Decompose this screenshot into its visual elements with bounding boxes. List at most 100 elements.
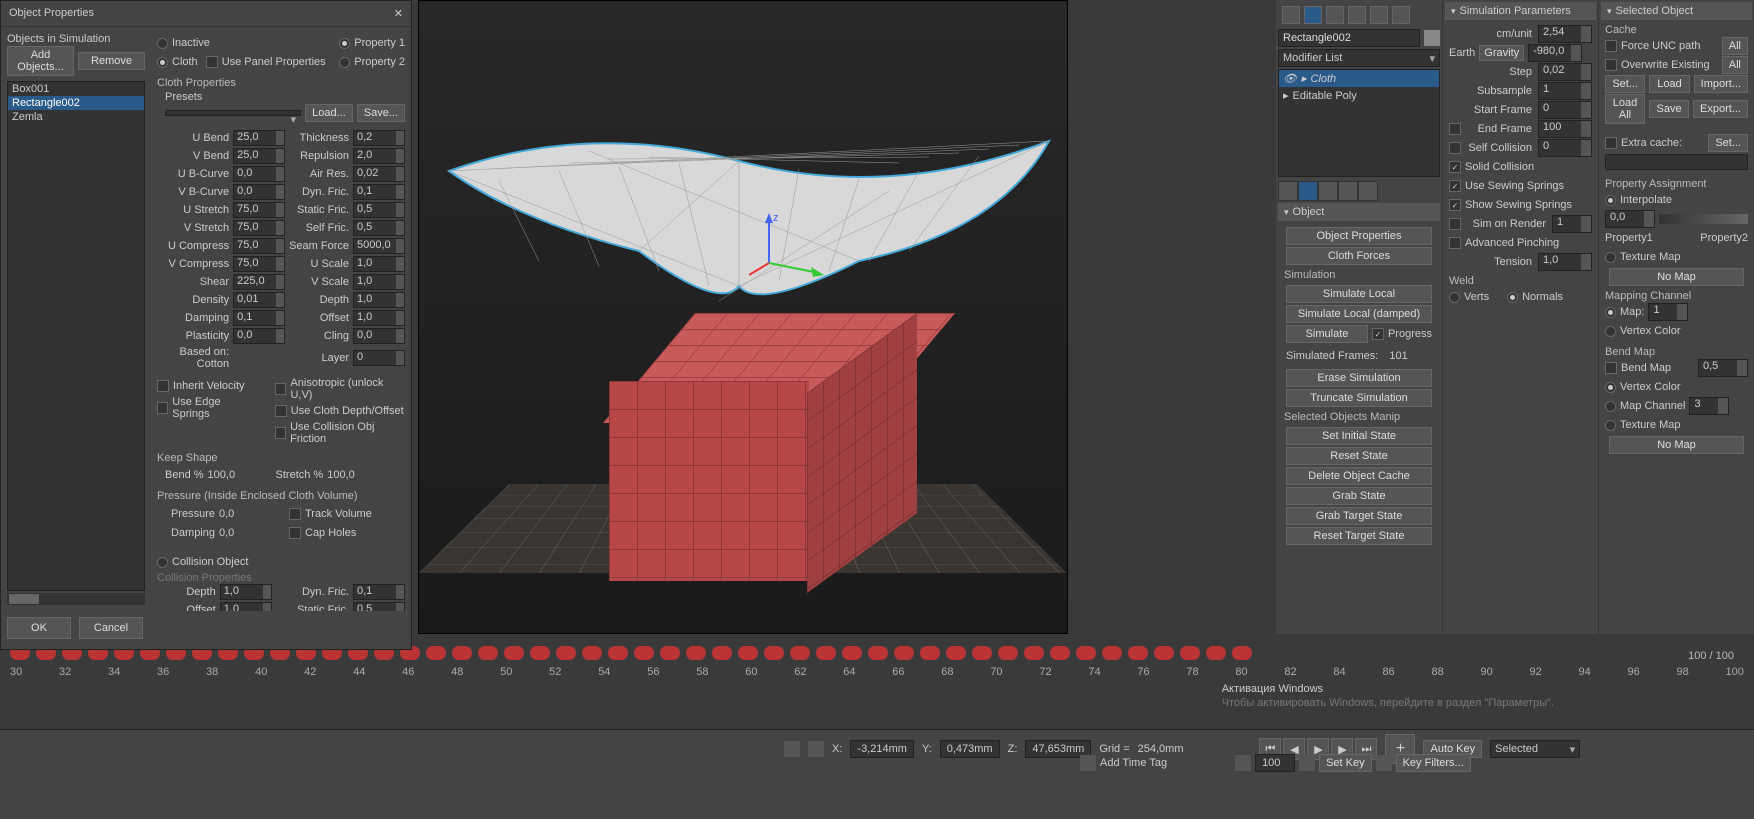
cmunit-spinner[interactable]: 2,54 <box>1538 25 1592 43</box>
param-spinner[interactable]: 0,01 <box>233 292 285 308</box>
inactive-radio[interactable] <box>157 38 168 49</box>
param-spinner[interactable]: 75,0 <box>233 220 285 236</box>
cap-holes-checkbox[interactable] <box>289 527 301 539</box>
simulation-params-rollout[interactable]: Simulation Parameters <box>1445 2 1596 20</box>
progress-checkbox[interactable]: ✓ <box>1372 328 1384 340</box>
param-spinner[interactable]: 0,5 <box>353 202 405 218</box>
reset-target-state-button[interactable]: Reset Target State <box>1286 527 1432 545</box>
vcolor2-radio[interactable] <box>1605 382 1616 393</box>
pdamping-spinner[interactable]: 0,0 <box>219 527 269 539</box>
close-icon[interactable]: ✕ <box>394 7 403 20</box>
objects-list[interactable]: Box001 Rectangle002 Zemla <box>7 81 145 591</box>
utilities-icon[interactable] <box>1392 6 1410 24</box>
set-initial-state-button[interactable]: Set Initial State <box>1286 427 1432 445</box>
simulate-button[interactable]: Simulate <box>1286 325 1368 343</box>
add-objects-button[interactable]: Add Objects... <box>7 46 74 76</box>
current-frame-field[interactable]: 100 <box>1255 754 1295 772</box>
param-spinner[interactable]: 0,0 <box>233 166 285 182</box>
solidcoll-checkbox[interactable]: ✓ <box>1449 161 1461 173</box>
save-button[interactable]: Save <box>1649 100 1689 118</box>
extra-cache-set-button[interactable]: Set... <box>1708 134 1748 152</box>
create-icon[interactable] <box>1282 6 1300 24</box>
param-spinner[interactable]: 75,0 <box>233 256 285 272</box>
tag-icon[interactable] <box>1080 755 1096 771</box>
nomap-button-1[interactable]: No Map <box>1609 268 1744 286</box>
texmap-radio[interactable] <box>1605 252 1616 263</box>
all-button-2[interactable]: All <box>1722 56 1748 74</box>
param-spinner[interactable]: 0,0 <box>233 328 285 344</box>
cancel-button[interactable]: Cancel <box>79 617 143 639</box>
object-rollout-head[interactable]: Object <box>1278 203 1440 221</box>
configure-sets-icon[interactable] <box>1358 181 1378 201</box>
list-item[interactable]: Box001 <box>8 82 144 96</box>
endframe-checkbox[interactable] <box>1449 123 1461 135</box>
coll-friction-checkbox[interactable] <box>275 427 286 439</box>
sewing-checkbox[interactable]: ✓ <box>1449 180 1461 192</box>
modify-icon[interactable] <box>1304 6 1322 24</box>
box-object[interactable] <box>609 313 889 573</box>
y-field[interactable]: 0,473mm <box>940 740 1000 758</box>
setkey-button[interactable]: Set Key <box>1319 754 1372 772</box>
cloth-radio[interactable] <box>157 57 168 68</box>
interpolate-radio[interactable] <box>1605 195 1616 206</box>
texmap2-radio[interactable] <box>1605 420 1616 431</box>
motion-icon[interactable] <box>1348 6 1366 24</box>
modifier-stack[interactable]: 👁▸Cloth ▸Editable Poly <box>1278 69 1440 177</box>
set-button[interactable]: Set... <box>1605 75 1645 93</box>
param-spinner[interactable]: 0,02 <box>353 166 405 182</box>
force-unc-checkbox[interactable] <box>1605 40 1617 52</box>
remove-button[interactable]: Remove <box>78 52 145 70</box>
delete-object-cache-button[interactable]: Delete Object Cache <box>1286 467 1432 485</box>
list-item[interactable]: Rectangle002 <box>8 96 144 110</box>
interp-spinner[interactable]: 0,0 <box>1605 210 1655 228</box>
selfcoll-checkbox[interactable] <box>1449 142 1461 154</box>
eye-icon[interactable]: 👁 <box>1283 72 1297 85</box>
simrender-checkbox[interactable] <box>1449 218 1461 230</box>
keyfilters-button[interactable]: Key Filters... <box>1396 754 1471 772</box>
gravity-button[interactable]: Gravity <box>1479 45 1524 61</box>
bendmap-checkbox[interactable] <box>1605 362 1617 374</box>
isolate-icon[interactable] <box>784 741 800 757</box>
param-spinner[interactable]: 2,0 <box>353 148 405 164</box>
load-button[interactable]: Load <box>1649 75 1689 93</box>
param-spinner[interactable]: 0,1 <box>233 310 285 326</box>
list-item[interactable]: Zemla <box>8 110 144 124</box>
map-radio[interactable] <box>1605 307 1616 318</box>
vcolor-radio[interactable] <box>1605 326 1616 337</box>
pressure-spinner[interactable]: 0,0 <box>219 508 269 520</box>
import-button[interactable]: Import... <box>1694 75 1748 93</box>
collision-object-radio[interactable] <box>157 557 168 568</box>
tension-spinner[interactable]: 1,0 <box>1538 253 1592 271</box>
use-panel-checkbox[interactable] <box>206 56 218 68</box>
truncate-simulation-button[interactable]: Truncate Simulation <box>1286 389 1432 407</box>
hierarchy-icon[interactable] <box>1326 6 1344 24</box>
make-unique-icon[interactable] <box>1318 181 1338 201</box>
step-spinner[interactable]: 0,02 <box>1538 63 1592 81</box>
cloth-forces-button[interactable]: Cloth Forces <box>1286 247 1432 265</box>
endframe-spinner[interactable]: 100 <box>1538 120 1592 138</box>
remove-modifier-icon[interactable] <box>1338 181 1358 201</box>
simulate-local-damped-button[interactable]: Simulate Local (damped) <box>1286 305 1432 323</box>
bendmap-spinner[interactable]: 0,5 <box>1698 359 1748 377</box>
modifier-list-dropdown[interactable]: Modifier List <box>1278 49 1440 67</box>
viewport[interactable]: z <box>418 0 1068 634</box>
loadall-button[interactable]: Load All <box>1605 94 1645 124</box>
lock-icon[interactable] <box>808 741 824 757</box>
grab-state-button[interactable]: Grab State <box>1286 487 1432 505</box>
command-panel-tabs[interactable] <box>1278 2 1440 28</box>
inherit-velocity-checkbox[interactable] <box>157 380 169 392</box>
advpinch-checkbox[interactable] <box>1449 237 1461 249</box>
keyfilter-dropdown[interactable]: Selected <box>1490 740 1580 758</box>
showsewing-checkbox[interactable]: ✓ <box>1449 199 1461 211</box>
simulate-local-button[interactable]: Simulate Local <box>1286 285 1432 303</box>
display-icon[interactable] <box>1370 6 1388 24</box>
erase-simulation-button[interactable]: Erase Simulation <box>1286 369 1432 387</box>
object-name-field[interactable]: Rectangle002 <box>1278 29 1420 47</box>
property2-radio[interactable] <box>339 57 350 68</box>
pin-stack-icon[interactable] <box>1278 181 1298 201</box>
param-spinner[interactable]: 0,1 <box>353 184 405 200</box>
export-button[interactable]: Export... <box>1693 100 1748 118</box>
param-spinner[interactable]: 0,5 <box>353 220 405 236</box>
preset-load-button[interactable]: Load... <box>305 104 353 122</box>
param-spinner[interactable]: 1,0 <box>353 310 405 326</box>
